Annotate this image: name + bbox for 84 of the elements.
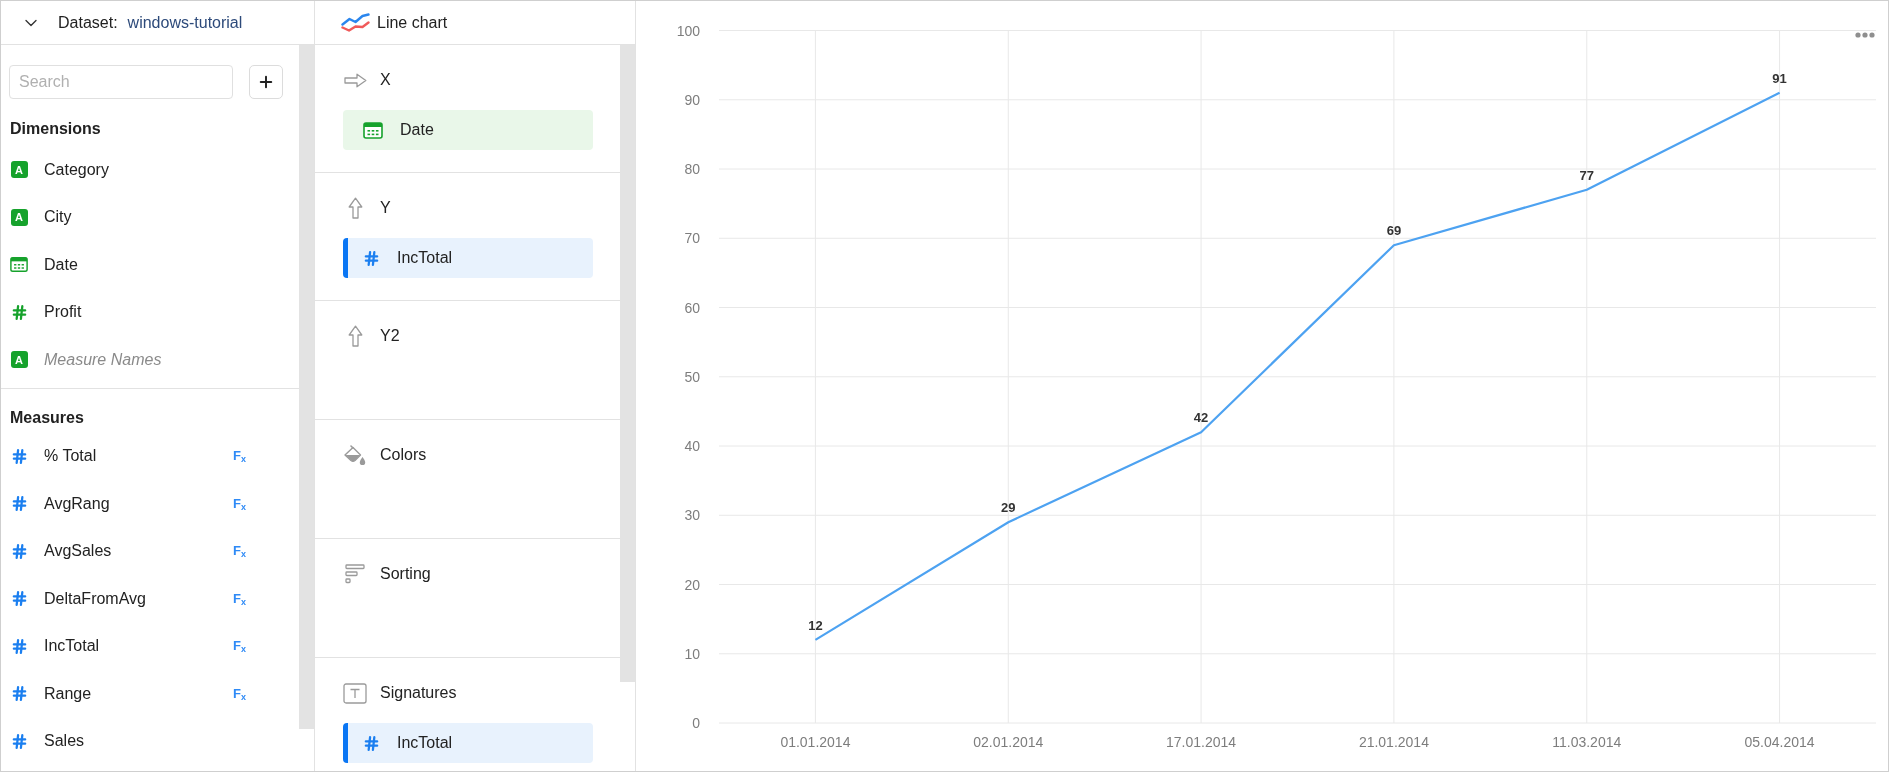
section-title: Colors <box>380 446 427 464</box>
field-item[interactable]: Profit <box>44 303 82 322</box>
field-item[interactable]: City <box>44 208 72 227</box>
dataset-label: Dataset: <box>58 13 118 32</box>
group-heading: Measures <box>10 407 84 427</box>
field-item[interactable]: AvgSales <box>44 542 112 561</box>
formula-mark: F$_{x}$ <box>233 543 246 560</box>
text-box-icon <box>343 682 367 704</box>
section-title: Signatures <box>380 684 457 702</box>
y-axis-label: 50 <box>684 368 700 385</box>
formula-mark: F$_{x}$ <box>233 448 246 465</box>
group-heading: Dimensions <box>10 119 101 138</box>
chart-type-button[interactable]: Line chart <box>341 13 448 32</box>
data-label: 77 <box>1579 167 1594 183</box>
field-item[interactable]: AvgRang <box>44 494 110 513</box>
field-item[interactable]: DeltaFromAvg <box>44 589 146 608</box>
search-field[interactable]: Search <box>9 65 233 99</box>
more-button[interactable] <box>1855 32 1875 38</box>
section-title: Y <box>380 199 391 217</box>
hash-icon <box>10 637 28 655</box>
letter-badge: A <box>10 208 28 226</box>
field-item[interactable]: % Total <box>44 447 97 466</box>
hash-icon <box>10 303 28 321</box>
data-label: 69 <box>1386 223 1402 239</box>
section-title: X <box>380 71 391 89</box>
data-label: 91 <box>1772 70 1787 86</box>
field-chip[interactable]: IncTotal <box>343 238 593 278</box>
x-axis-label: 21.01.2014 <box>1358 734 1429 750</box>
dataset-name: windows-tutorial <box>127 13 243 32</box>
y-axis-label: 60 <box>684 299 700 316</box>
hash-icon <box>363 249 380 267</box>
data-label: 42 <box>1193 410 1209 426</box>
x-axis-label: 05.04.2014 <box>1744 734 1815 750</box>
hash-icon <box>10 542 28 560</box>
y-axis-label: 20 <box>684 576 700 593</box>
calendar-icon <box>10 256 28 274</box>
y-axis-label: 100 <box>676 22 700 39</box>
formula-mark: F$_{x}$ <box>233 638 246 655</box>
formula-mark: F$_{x}$ <box>233 685 246 702</box>
hash-icon <box>10 495 28 513</box>
hash-icon <box>10 590 28 608</box>
section-title: Y2 <box>380 327 400 345</box>
plus-icon <box>257 73 275 91</box>
x-axis-label: 02.01.2014 <box>973 734 1044 750</box>
sort-bars-icon <box>345 564 365 584</box>
line-chart-icon <box>341 13 370 32</box>
field-item[interactable]: Range <box>44 684 92 703</box>
hash-icon <box>363 734 380 752</box>
scrollbar[interactable] <box>620 45 635 682</box>
hash-icon <box>10 685 28 703</box>
field-item[interactable]: Sales <box>44 732 85 751</box>
field-item[interactable]: Measure Names <box>44 350 162 369</box>
data-label: 29 <box>1001 500 1016 516</box>
field-item[interactable]: IncTotal <box>44 637 100 656</box>
x-axis-label: 17.01.2014 <box>1166 734 1237 750</box>
arrow-up-icon <box>347 325 363 347</box>
y-axis-label: 0 <box>692 715 700 731</box>
formula-mark: F$_{x}$ <box>233 590 246 607</box>
paint-bucket-icon <box>344 444 366 466</box>
letter-badge: A <box>10 351 28 369</box>
hash-icon <box>10 732 28 750</box>
calendar-icon <box>363 121 383 139</box>
letter-badge: A <box>10 161 28 179</box>
arrow-up-icon <box>347 197 363 219</box>
more-icon <box>1855 32 1875 38</box>
field-item[interactable]: Date <box>44 255 78 274</box>
scrollbar[interactable] <box>299 45 314 729</box>
x-axis-label: 01.01.2014 <box>780 734 851 750</box>
y-axis-label: 80 <box>684 161 700 177</box>
y-axis-label: 10 <box>684 645 700 662</box>
y-axis-label: 90 <box>684 91 700 108</box>
x-axis-label: 11.03.2014 <box>1552 734 1622 750</box>
field-item[interactable]: Category <box>44 160 109 179</box>
section-title: Sorting <box>380 565 431 583</box>
field-chip[interactable]: IncTotal <box>343 723 593 763</box>
arrow-right-icon <box>343 72 367 88</box>
y-axis-label: 30 <box>684 507 700 524</box>
hash-icon <box>10 447 28 465</box>
formula-mark: F$_{x}$ <box>233 495 246 512</box>
field-chip[interactable]: Date <box>343 110 593 150</box>
y-axis-label: 40 <box>684 438 700 454</box>
data-label: 12 <box>808 617 823 633</box>
add-button[interactable] <box>249 65 283 99</box>
y-axis-label: 70 <box>684 230 700 247</box>
